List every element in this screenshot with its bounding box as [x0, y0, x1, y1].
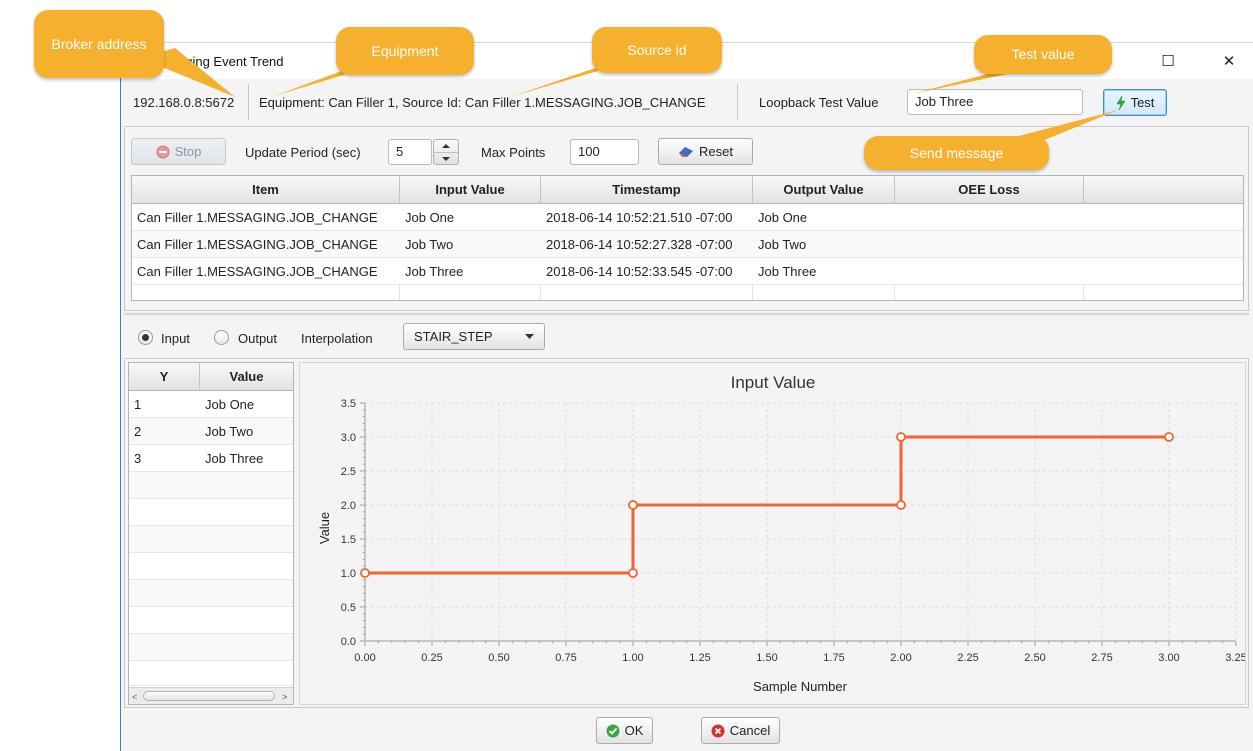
callout-source-id: Source id	[592, 27, 722, 73]
callout-send-message: Send message	[864, 136, 1049, 170]
callout-tails	[140, 48, 1118, 141]
callout-equipment: Equipment	[336, 27, 474, 75]
callout-broker-address: Broker address	[34, 10, 164, 78]
callout-test-value: Test value	[974, 35, 1112, 74]
